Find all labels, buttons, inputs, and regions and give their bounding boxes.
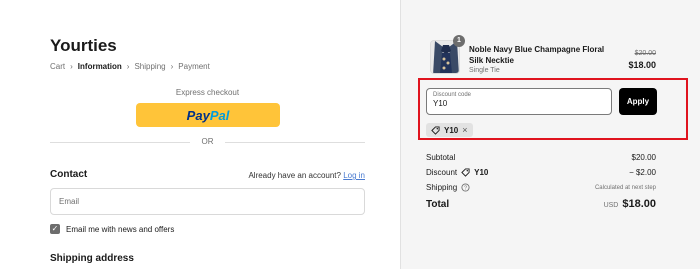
email-placeholder: Email xyxy=(59,197,80,206)
account-prompt: Already have an account? Log in xyxy=(248,171,365,180)
shipping-text: Shipping xyxy=(426,183,458,192)
contact-heading: Contact xyxy=(50,169,88,180)
or-divider: OR xyxy=(50,136,365,148)
breadcrumb-information: Information xyxy=(77,62,122,71)
chevron-right-icon: › xyxy=(126,62,130,71)
total-amount: $18.00 xyxy=(622,198,656,210)
discount-value: − $2.00 xyxy=(629,168,656,177)
login-link[interactable]: Log in xyxy=(343,171,365,180)
express-checkout-label: Express checkout xyxy=(175,88,240,97)
subtotal-label: Subtotal xyxy=(426,153,455,162)
total-value-group: USD $18.00 xyxy=(604,198,656,210)
newsletter-checkbox[interactable]: ✓ xyxy=(50,224,60,234)
total-currency: USD xyxy=(603,202,619,209)
paypal-logo-part1: Pay xyxy=(186,107,210,123)
breadcrumb-cart[interactable]: Cart xyxy=(50,62,65,71)
subtotal-value: $20.00 xyxy=(631,153,656,162)
email-field[interactable]: Email xyxy=(50,188,365,215)
breadcrumb: Cart › Information › Shipping › Payment xyxy=(50,62,210,71)
applied-discount-chip: Y10 × xyxy=(426,123,473,137)
divider-line-right xyxy=(225,142,365,143)
subtotal-text: Subtotal xyxy=(426,153,456,162)
breadcrumb-payment: Payment xyxy=(178,62,210,71)
help-icon[interactable]: ? xyxy=(461,183,470,192)
account-question: Already have an account? xyxy=(248,171,341,180)
product-name: Noble Navy Blue Champagne Floral Silk Ne… xyxy=(469,45,605,65)
newsletter-option[interactable]: ✓ Email me with news and offers xyxy=(50,224,174,234)
apply-button[interactable]: Apply xyxy=(619,88,657,115)
discount-code-input[interactable]: Discount code Y10 xyxy=(426,88,612,115)
discount-code-value: Y10 xyxy=(433,99,448,108)
product-variant: Single Tie xyxy=(469,67,500,74)
shipping-value: Calculated at next step xyxy=(594,185,656,191)
breadcrumb-shipping: Shipping xyxy=(134,62,166,71)
product-original-price: $20.00 xyxy=(634,50,656,57)
checkout-main: Yourties Cart › Information › Shipping ›… xyxy=(0,0,400,269)
quantity-badge: 1 xyxy=(453,35,465,47)
store-name[interactable]: Yourties xyxy=(50,36,117,56)
discount-text: Discount xyxy=(426,168,458,177)
newsletter-label: Email me with news and offers xyxy=(66,224,175,234)
discount-code-label: Discount code xyxy=(433,92,472,98)
paypal-logo-part2: Pal xyxy=(209,107,230,123)
shipping-address-heading: Shipping address xyxy=(50,253,134,264)
paypal-button[interactable]: Pay Pal xyxy=(136,103,280,127)
svg-text:?: ? xyxy=(464,186,467,192)
chevron-right-icon: › xyxy=(70,62,73,71)
remove-discount-icon[interactable]: × xyxy=(462,125,467,135)
total-label: Total xyxy=(426,199,450,210)
chevron-right-icon: › xyxy=(170,62,174,71)
tag-icon xyxy=(431,125,440,135)
product-price: $18.00 xyxy=(628,60,656,70)
tag-icon xyxy=(461,168,470,177)
discount-summary-code: Y10 xyxy=(474,168,489,177)
applied-discount-code: Y10 xyxy=(444,125,459,135)
discount-summary-label: Discount Y10 xyxy=(426,168,488,177)
shipping-summary-label: Shipping ? xyxy=(426,183,470,192)
